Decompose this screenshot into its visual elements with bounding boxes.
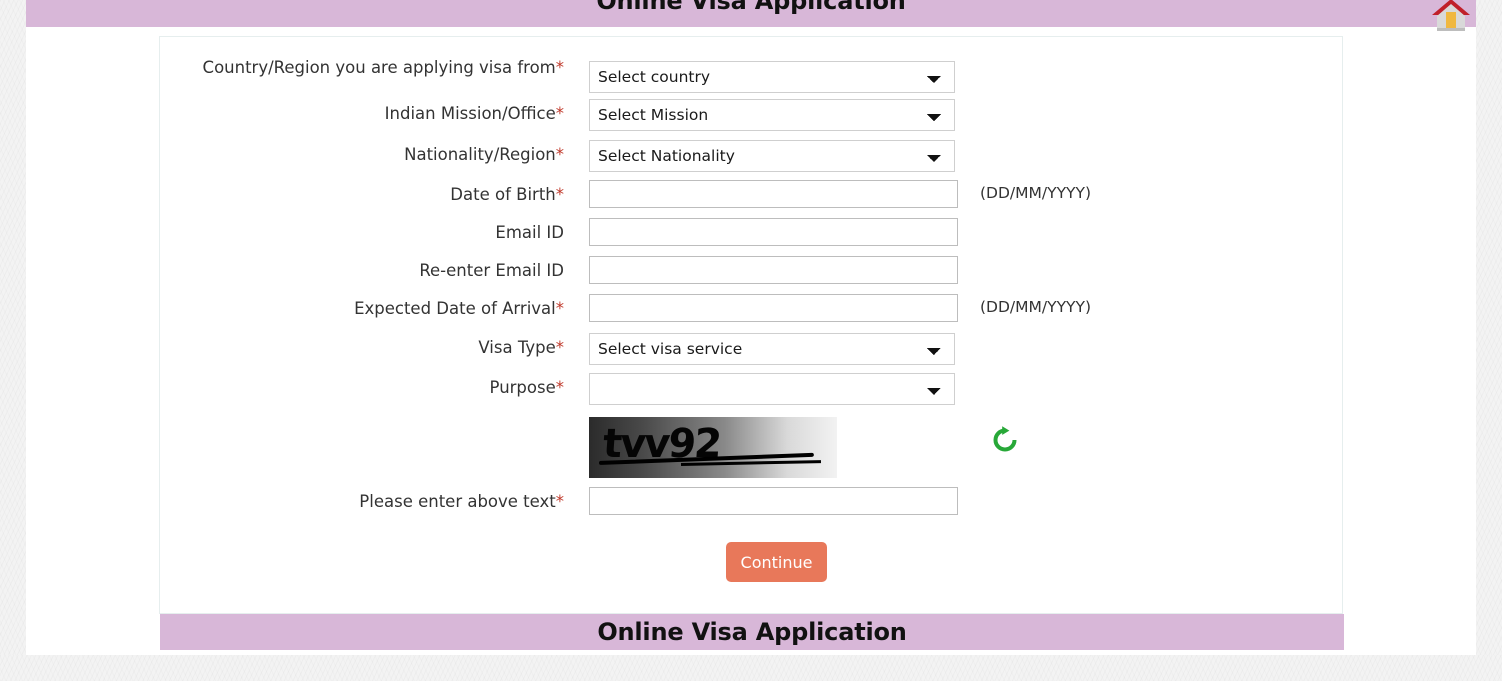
label-date-of-birth-text: Date of Birth (450, 185, 556, 204)
label-purpose: Purpose* (144, 377, 564, 398)
input-email[interactable] (589, 218, 958, 246)
page-edge-bottom (0, 655, 1502, 681)
control-purpose (589, 373, 955, 405)
footer-title: Online Visa Application (597, 618, 907, 646)
select-purpose[interactable] (589, 373, 955, 405)
continue-button[interactable]: Continue (726, 542, 827, 582)
page-edge-right (1476, 0, 1502, 681)
label-nationality: Nationality/Region* (144, 144, 564, 165)
label-country: Country/Region you are applying visa fro… (144, 57, 564, 78)
label-captcha-input-text: Please enter above text (359, 492, 556, 511)
required-marker: * (555, 104, 564, 123)
page-footer-banner: Online Visa Application (160, 614, 1344, 650)
label-email-text: Email ID (495, 223, 564, 242)
input-arrival-date[interactable] (589, 294, 958, 322)
control-country: Select country (589, 61, 955, 93)
label-visa-type: Visa Type* (144, 337, 564, 358)
required-marker: * (555, 378, 564, 397)
select-visa-type[interactable]: Select visa service (589, 333, 955, 365)
control-mission: Select Mission (589, 99, 955, 131)
captcha-image: tvv92 (589, 417, 837, 478)
required-marker: * (555, 338, 564, 357)
required-marker: * (555, 145, 564, 164)
control-arrival-date (589, 294, 958, 322)
required-marker: * (555, 299, 564, 318)
select-nationality[interactable]: Select Nationality (589, 140, 955, 172)
label-arrival-date: Expected Date of Arrival* (144, 298, 564, 319)
captcha-refresh-button[interactable] (990, 425, 1020, 455)
required-marker: * (555, 185, 564, 204)
hint-arrival-date: (DD/MM/YYYY) (980, 298, 1092, 316)
label-email: Email ID (144, 222, 564, 243)
control-visa-type: Select visa service (589, 333, 955, 365)
visa-application-form: Country/Region you are applying visa fro… (159, 36, 1344, 650)
label-reenter-email: Re-enter Email ID (144, 260, 564, 281)
page-title: Online Visa Application (596, 0, 906, 15)
label-mission-text: Indian Mission/Office (384, 104, 556, 123)
control-reenter-email (589, 256, 958, 284)
control-date-of-birth (589, 180, 958, 208)
label-arrival-date-text: Expected Date of Arrival (354, 299, 556, 318)
required-marker: * (555, 58, 564, 77)
control-nationality: Select Nationality (589, 140, 955, 172)
label-captcha-input: Please enter above text* (144, 491, 564, 512)
label-visa-type-text: Visa Type (478, 338, 556, 357)
control-captcha-input (589, 487, 958, 515)
input-reenter-email[interactable] (589, 256, 958, 284)
label-country-text: Country/Region you are applying visa fro… (202, 58, 556, 77)
label-date-of-birth: Date of Birth* (144, 184, 564, 205)
hint-date-of-birth: (DD/MM/YYYY) (980, 184, 1092, 202)
label-reenter-email-text: Re-enter Email ID (419, 261, 564, 280)
input-date-of-birth[interactable] (589, 180, 958, 208)
page-header-banner: Online Visa Application (26, 0, 1476, 27)
home-icon[interactable] (1430, 0, 1472, 34)
control-email (589, 218, 958, 246)
select-mission[interactable]: Select Mission (589, 99, 955, 131)
input-captcha[interactable] (589, 487, 958, 515)
required-marker: * (555, 492, 564, 511)
label-mission: Indian Mission/Office* (144, 103, 564, 124)
page-viewport: Online Visa Application Country/Region y… (26, 0, 1476, 655)
label-nationality-text: Nationality/Region (404, 145, 556, 164)
select-country[interactable]: Select country (589, 61, 955, 93)
page-edge-left (0, 0, 26, 681)
label-purpose-text: Purpose (489, 378, 556, 397)
